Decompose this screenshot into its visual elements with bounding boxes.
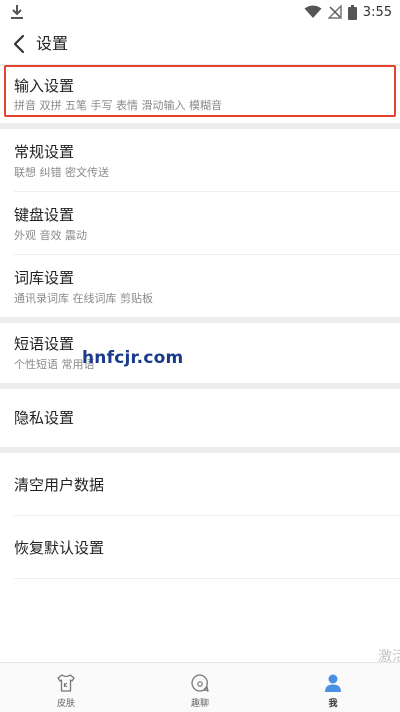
settings-item-clear-data[interactable]: 清空用户数据 bbox=[0, 453, 400, 515]
settings-item-label: 隐私设置 bbox=[14, 409, 75, 427]
settings-item-label: 常规设置 bbox=[14, 143, 75, 161]
tab-skin[interactable]: 皮肤 bbox=[26, 663, 106, 712]
signal-off-icon bbox=[327, 5, 342, 19]
settings-item-label: 键盘设置 bbox=[14, 206, 75, 224]
tab-label: 皮肤 bbox=[56, 699, 75, 709]
status-time: 3:55 bbox=[362, 4, 392, 20]
settings-item-label: 恢复默认设置 bbox=[14, 539, 105, 557]
battery-icon bbox=[347, 4, 357, 20]
download-icon bbox=[11, 5, 23, 19]
tab-label: 我 bbox=[328, 699, 338, 709]
settings-item-privacy[interactable]: 隐私设置 bbox=[0, 389, 400, 447]
settings-item-sub: 外观 音效 震动 bbox=[14, 229, 87, 242]
page-title: 设置 bbox=[36, 34, 69, 53]
settings-item-general[interactable]: 常规设置 联想 纠错 密文传送 bbox=[0, 129, 400, 191]
user-icon bbox=[325, 674, 341, 692]
settings-item-label: 输入设置 bbox=[14, 77, 75, 95]
settings-item-dictionary[interactable]: 词库设置 通讯录词库 在线词库 剪贴板 bbox=[0, 255, 400, 317]
tab-chat[interactable]: 趣聊 bbox=[160, 663, 240, 712]
settings-item-sub: 联想 纠错 密文传送 bbox=[14, 166, 109, 179]
settings-item-sub: 通讯录词库 在线词库 剪贴板 bbox=[14, 292, 153, 305]
settings-item-label: 清空用户数据 bbox=[14, 476, 105, 494]
settings-item-keyboard[interactable]: 键盘设置 外观 音效 震动 bbox=[0, 192, 400, 254]
watermark: hnfcjr.com bbox=[82, 348, 184, 368]
status-bar: 3:55 bbox=[0, 0, 400, 24]
chevron-left-icon[interactable] bbox=[10, 33, 30, 55]
tab-me[interactable]: 我 bbox=[293, 663, 373, 712]
chat-icon bbox=[191, 674, 209, 692]
settings-item-label: 短语设置 bbox=[14, 335, 75, 353]
settings-item-label: 词库设置 bbox=[14, 269, 75, 287]
tab-label: 趣聊 bbox=[190, 699, 209, 709]
settings-item-sub: 拼音 双拼 五笔 手写 表情 滑动输入 模糊音 bbox=[14, 99, 222, 112]
divider bbox=[14, 578, 400, 579]
settings-item-phrases[interactable]: 短语设置 个性短语 常用语 bbox=[0, 323, 400, 383]
settings-item-reset-default[interactable]: 恢复默认设置 bbox=[0, 516, 400, 578]
wifi-icon bbox=[304, 5, 322, 18]
title-bar: 设置 bbox=[0, 24, 400, 64]
settings-item-input[interactable]: 输入设置 拼音 双拼 五笔 手写 表情 滑动输入 模糊音 bbox=[0, 66, 400, 122]
shirt-icon bbox=[57, 674, 75, 692]
bottom-nav: 皮肤 趣聊 我 bbox=[0, 662, 400, 712]
